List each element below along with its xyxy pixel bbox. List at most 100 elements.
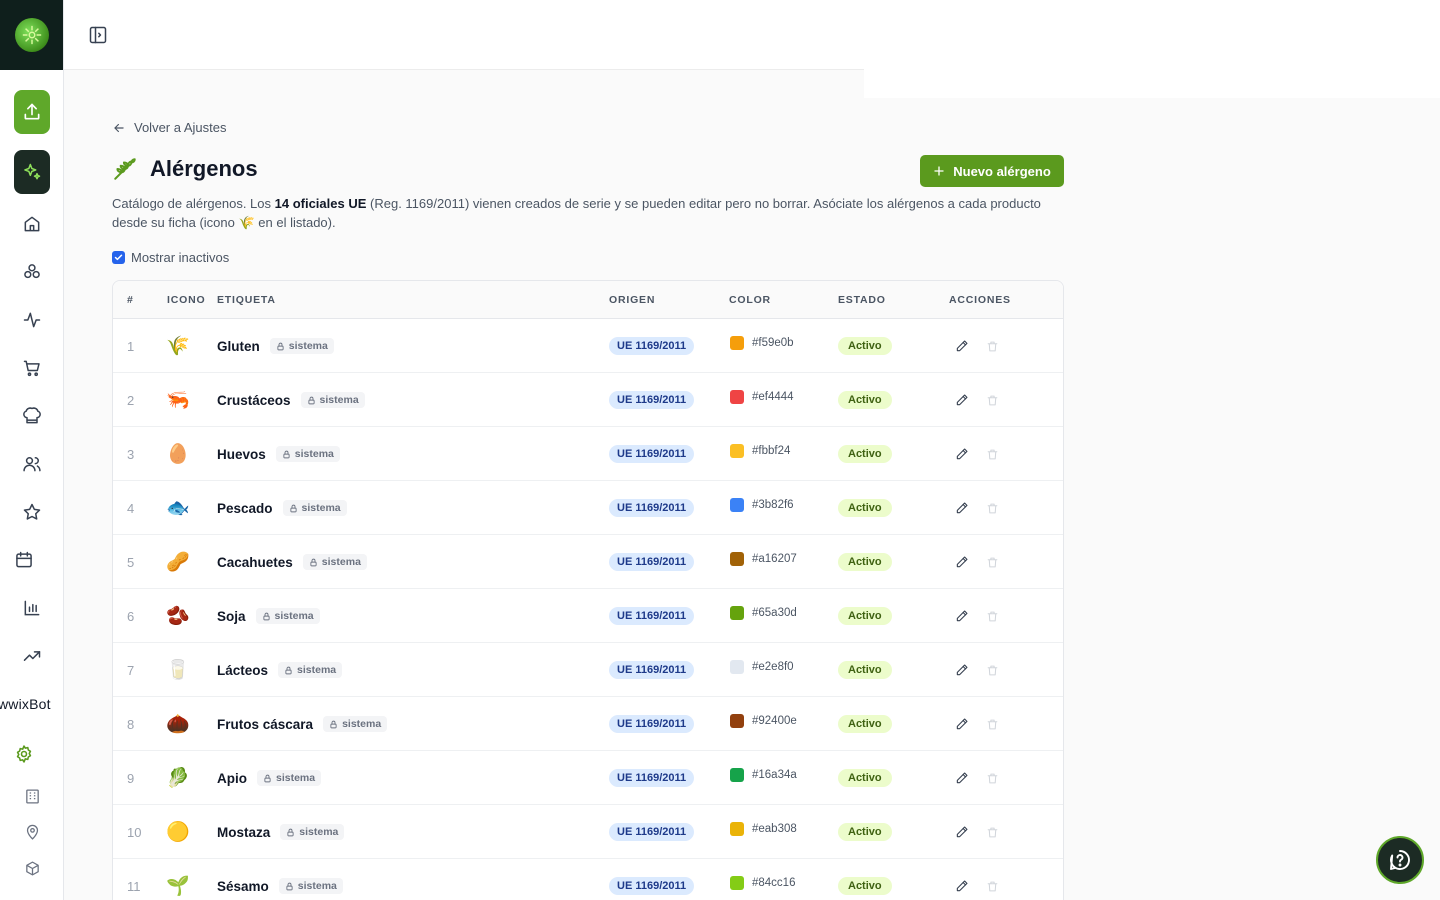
color-cell: #16a34a [730,751,797,805]
table-row: 6 🫘 Soja sistema UE 1169/2011 #65a30d Activo [113,589,1063,643]
edit-button[interactable] [955,771,969,785]
row-number: 7 [127,662,135,678]
bar-chart-icon [24,600,40,616]
sidebar-item-trends[interactable] [0,644,63,668]
col-header-actions: ACCIONES [949,294,1011,306]
lock-icon [264,774,271,782]
sidebar-brand-text[interactable]: wwixBot [0,696,51,712]
edit-button[interactable] [955,609,969,623]
status-badge: Activo [838,499,892,517]
delete-button[interactable] [985,663,999,677]
pencil-icon [956,718,968,730]
col-header-label: ETIQUETA [217,294,276,306]
system-badge-text: sistema [274,610,314,622]
color-cell: #eab308 [730,805,797,859]
col-header-status: ESTADO [838,294,886,306]
topbar [64,0,864,70]
actions-cell [955,805,999,859]
sidebar-item-activity[interactable] [0,308,63,332]
origin-badge: UE 1169/2011 [609,445,695,463]
sidebar-item-reports[interactable] [0,596,63,620]
allergen-label: Cacahuetes [217,554,293,570]
sidebar-item-company[interactable] [0,786,63,806]
check-icon [114,254,123,261]
allergen-emoji-icon: 🥜 [166,552,190,573]
sidebar-item-favorites[interactable] [0,500,63,524]
allergen-emoji-icon: 🥚 [166,444,190,465]
actions-cell [955,427,999,481]
sidebar-item-orders[interactable] [0,356,63,380]
table-row: 10 🟡 Mostaza sistema UE 1169/2011 #eab308 Acti… [113,805,1063,859]
edit-button[interactable] [955,447,969,461]
sidebar-item-packages[interactable] [0,858,63,878]
table-row: 8 🌰 Frutos cáscara sistema UE 1169/2011 #9240… [113,697,1063,751]
color-swatch [730,660,744,674]
row-number: 8 [127,716,135,732]
sidebar-item-locations[interactable] [0,822,63,842]
sidebar-item-recipes[interactable] [0,404,63,428]
table-row: 4 🐟 Pescado sistema UE 1169/2011 #3b82f6 Activ… [113,481,1063,535]
origin-cell: UE 1169/2011 [609,643,695,697]
delete-button[interactable] [985,717,999,731]
upload-icon [24,103,40,120]
color-swatch [730,498,744,512]
system-badge-text: sistema [342,718,382,730]
status-badge: Activo [838,337,892,355]
show-inactive-checkbox[interactable] [112,251,125,264]
row-number: 4 [127,500,135,516]
edit-button[interactable] [955,339,969,353]
delete-button[interactable] [985,609,999,623]
logo-icon[interactable] [15,18,49,52]
new-allergen-button[interactable]: Nuevo alérgeno [920,155,1064,187]
allergen-label: Apio [217,770,247,786]
status-cell: Activo [838,643,892,697]
trash-icon [987,395,997,405]
status-badge: Activo [838,769,892,787]
upload-button[interactable] [14,90,50,134]
trash-icon [987,719,997,729]
edit-button[interactable] [955,879,969,893]
delete-button[interactable] [985,825,999,839]
status-cell: Activo [838,697,892,751]
sidebar-toggle-button[interactable] [88,25,108,45]
col-header-icon: ICONO [167,294,206,306]
wheat-inline-icon: 🌾 [238,215,255,230]
edit-button[interactable] [955,501,969,515]
delete-button[interactable] [985,555,999,569]
system-badge: sistema [302,554,367,570]
edit-button[interactable] [955,663,969,677]
edit-button[interactable] [955,717,969,731]
lock-icon [283,450,290,458]
actions-cell [955,697,999,751]
building-icon [25,788,39,804]
help-button[interactable] [1376,836,1424,884]
sidebar-item-settings[interactable] [0,742,56,766]
sidebar-item-users[interactable] [0,452,63,476]
edit-button[interactable] [955,393,969,407]
table-row: 1 🌾 Gluten sistema UE 1169/2011 #f59e0b Activo [113,319,1063,373]
ai-button[interactable] [14,150,50,194]
edit-button[interactable] [955,825,969,839]
actions-cell [955,319,999,373]
status-cell: Activo [838,751,892,805]
show-inactive-toggle[interactable]: Mostrar inactivos [112,250,229,265]
delete-button[interactable] [985,447,999,461]
back-link[interactable]: Volver a Ajustes [112,120,227,135]
sidebar-item-calendar[interactable] [0,548,56,572]
delete-button[interactable] [985,879,999,893]
lock-icon [289,504,297,512]
description-text-1: Catálogo de alérgenos. Los [112,196,275,211]
delete-button[interactable] [985,501,999,515]
system-badge: sistema [257,770,322,786]
sidebar-item-products[interactable] [0,260,63,284]
activity-icon [23,312,41,328]
delete-button[interactable] [985,771,999,785]
row-number: 6 [127,608,135,624]
color-cell: #3b82f6 [730,481,794,535]
delete-button[interactable] [985,339,999,353]
table-row: 3 🥚 Huevos sistema UE 1169/2011 #fbbf24 Activo [113,427,1063,481]
origin-badge: UE 1169/2011 [609,823,695,841]
sidebar-item-home[interactable] [0,212,63,236]
delete-button[interactable] [985,393,999,407]
edit-button[interactable] [955,555,969,569]
